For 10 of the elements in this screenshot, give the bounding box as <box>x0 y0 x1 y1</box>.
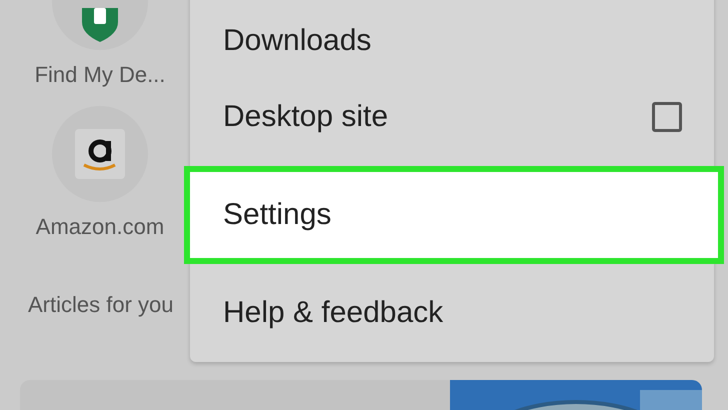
menu-item[interactable]: Desktop site <box>184 68 724 166</box>
shortcut-label: Amazon.com <box>36 214 164 240</box>
menu-item[interactable]: Settings <box>184 166 724 264</box>
section-title: Articles for you <box>28 292 174 318</box>
menu-item[interactable]: Downloads <box>184 0 724 68</box>
menu-item[interactable]: Help & feedback <box>184 264 724 362</box>
shield-icon <box>80 8 120 42</box>
checkbox[interactable] <box>652 102 682 132</box>
shortcut-label: Find My De... <box>34 62 166 88</box>
amazon-logo-icon <box>75 129 125 179</box>
